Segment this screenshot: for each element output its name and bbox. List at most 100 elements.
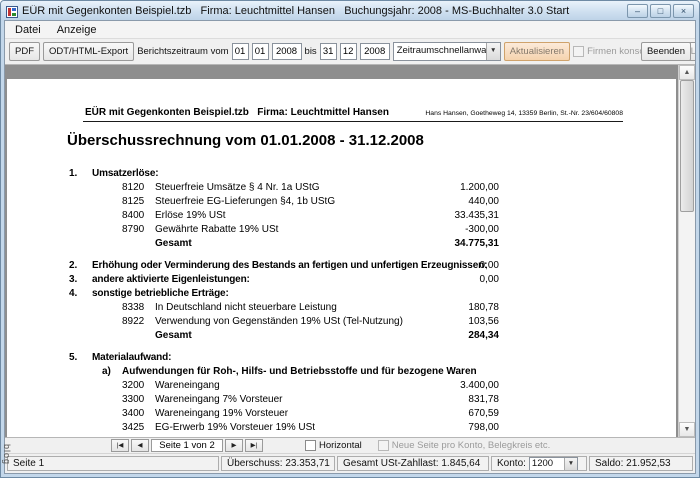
report-row: 5. Materialaufwand: (69, 351, 499, 365)
row-label: Umsatzerlöse: (92, 168, 159, 179)
export-button[interactable]: ODT/HTML-Export (43, 42, 135, 61)
bis-label: bis (304, 46, 317, 57)
page-indicator-field[interactable]: Seite 1 von 2 (151, 439, 223, 452)
report-row: 8120 Steuerfreie Umsätze § 4 Nr. 1a UStG 1… (69, 181, 499, 195)
first-page-button[interactable]: |◀ (111, 439, 129, 452)
close-icon[interactable]: × (673, 3, 694, 18)
status-konto: Konto: 1200 ▼ (491, 456, 587, 471)
konto-combobox[interactable]: 1200 ▼ (528, 457, 578, 470)
new-page-checkbox[interactable]: Neue Seite pro Konto, Belegkreis etc. (377, 440, 551, 451)
scrollbar-thumb[interactable] (680, 80, 694, 212)
window-title: EÜR mit Gegenkonten Beispiel.tzb Firma: … (22, 4, 570, 17)
account-number: 8400 (122, 210, 145, 221)
app-window: EÜR mit Gegenkonten Beispiel.tzb Firma: … (0, 0, 700, 478)
status-saldo: Saldo: 21.952,53 (589, 456, 693, 471)
report-row: 8922 Verwendung von Gegenständen 19% USt … (69, 315, 499, 329)
report-row: 2. Erhöhung oder Verminderung des Bestand… (69, 259, 499, 273)
row-number: 2. (69, 260, 78, 271)
row-label: Materialaufwand: (92, 352, 172, 363)
checkbox-icon[interactable] (305, 440, 316, 451)
row-value: 34.775,31 (454, 238, 500, 249)
report-row: 3300 Wareneingang 7% Vorsteuer 831,78 (69, 393, 499, 407)
report-row: 3200 Wareneingang 3.400,00 (69, 379, 499, 393)
pdf-button[interactable]: PDF (9, 42, 40, 61)
row-value: 798,00 (468, 422, 499, 433)
watermark: blog (2, 443, 12, 465)
report-row: Gesamt 34.775,31 (69, 237, 499, 251)
period-label: Berichtszeitraum vom (137, 46, 229, 57)
window-controls: – □ × (627, 3, 694, 18)
report-row: Gesamt5.700,37 (69, 435, 499, 437)
header-rule (83, 121, 623, 122)
row-value: 831,78 (468, 394, 499, 405)
title-bar: EÜR mit Gegenkonten Beispiel.tzb Firma: … (1, 1, 699, 20)
account-number: 8922 (122, 316, 145, 327)
quit-button[interactable]: Beenden (640, 42, 691, 61)
checkbox-icon[interactable] (377, 440, 389, 451)
row-value: 670,59 (468, 408, 499, 419)
checkbox-icon[interactable] (573, 46, 585, 57)
vertical-scrollbar[interactable]: ▲ ▼ (678, 65, 695, 437)
report-row: a) Aufwendungen für Roh-, Hilfs- und Betr… (69, 365, 499, 379)
to-month-input[interactable] (339, 43, 357, 60)
menu-item-anzeige[interactable]: Anzeige (49, 22, 105, 38)
row-value: 33.435,31 (454, 210, 500, 221)
konto-label: Konto: (497, 458, 526, 469)
quick-select-combobox[interactable]: Zeitraumschnellanwahl ▼ (392, 42, 501, 61)
chevron-down-icon[interactable]: ▼ (485, 43, 500, 60)
document-page: EÜR mit Gegenkonten Beispiel.tzb Firma: … (7, 79, 676, 437)
minimize-icon[interactable]: – (627, 3, 648, 18)
menu-item-datei[interactable]: Datei (7, 22, 49, 38)
row-value: -300,00 (465, 224, 499, 235)
to-year-input[interactable] (359, 43, 390, 60)
horizontal-checkbox[interactable]: Horizontal (305, 440, 362, 451)
account-number: 3200 (122, 380, 145, 391)
account-number: 8120 (122, 182, 145, 193)
report-row: 8338 In Deutschland nicht steuerbare Leis… (69, 301, 499, 315)
status-vat: Gesamt USt-Zahllast: 1.845,64 (337, 456, 489, 471)
quick-select-value: Zeitraumschnellanwahl (396, 45, 486, 56)
from-year-input[interactable] (271, 43, 302, 60)
document-viewport: EÜR mit Gegenkonten Beispiel.tzb Firma: … (5, 65, 695, 437)
maximize-icon[interactable]: □ (650, 3, 671, 18)
row-value: 103,56 (468, 316, 499, 327)
report-address: Hans Hansen, Goetheweg 14, 13359 Berlin,… (425, 110, 623, 117)
scroll-up-icon[interactable]: ▲ (679, 65, 695, 80)
status-bar: Seite 1 Überschuss: 23.353,71 Gesamt USt… (5, 453, 695, 473)
from-month-input[interactable] (251, 43, 269, 60)
next-page-button[interactable]: ▶ (225, 439, 243, 452)
report-title: Überschussrechnung vom 01.01.2008 - 31.1… (67, 132, 424, 149)
account-number: 8338 (122, 302, 145, 313)
refresh-button[interactable]: Aktualisieren (503, 42, 571, 61)
chevron-down-icon[interactable]: ▼ (563, 457, 577, 470)
horizontal-label: Horizontal (319, 440, 362, 451)
scroll-down-icon[interactable]: ▼ (679, 422, 695, 437)
to-day-input[interactable] (319, 43, 337, 60)
account-number: 3425 (122, 422, 145, 433)
row-number: 3. (69, 274, 78, 285)
account-number: 8125 (122, 196, 145, 207)
menu-bar: Datei Anzeige (5, 21, 695, 39)
status-surplus: Überschuss: 23.353,71 (221, 456, 335, 471)
toolbar: PDF ODT/HTML-Export Berichtszeitraum vom… (5, 39, 695, 65)
new-page-label: Neue Seite pro Konto, Belegkreis etc. (391, 440, 551, 451)
last-page-button[interactable]: ▶| (245, 439, 263, 452)
sub-label: Aufwendungen für Roh-, Hilfs- und Betrie… (122, 366, 477, 377)
prev-page-button[interactable]: ◀ (131, 439, 149, 452)
report-row: 8790 Gewährte Rabatte 19% USt -300,00 (69, 223, 499, 237)
report-row: 4. sonstige betriebliche Erträge: (69, 287, 499, 301)
from-day-input[interactable] (231, 43, 249, 60)
client-area: Datei Anzeige PDF ODT/HTML-Export Berich… (4, 20, 696, 474)
